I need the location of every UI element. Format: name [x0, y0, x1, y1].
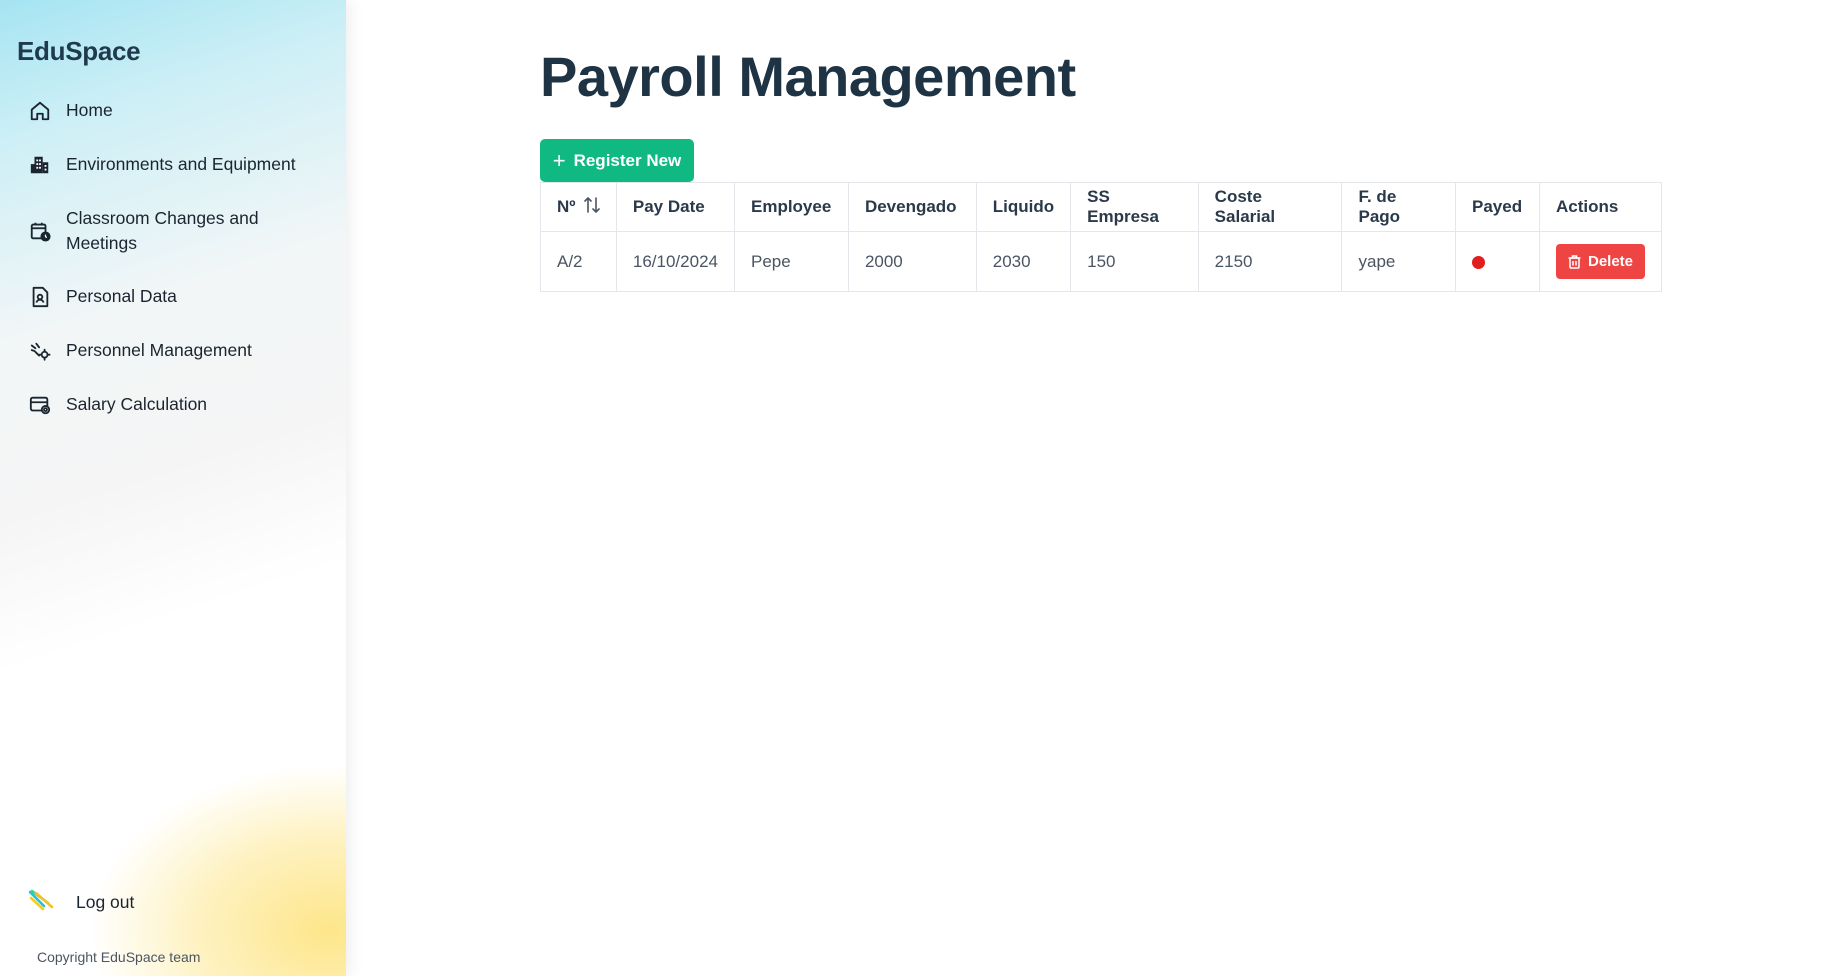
sort-icon[interactable] [583, 196, 600, 219]
trash-icon [1568, 254, 1581, 269]
column-header-pay-date: Pay Date [615, 182, 735, 232]
brand-logo[interactable]: EduSpace [17, 36, 141, 67]
column-header-number[interactable]: Nº [540, 182, 617, 232]
column-header-payed: Payed [1455, 182, 1540, 232]
calendar-clock-icon [28, 219, 52, 243]
sidebar-item-environments[interactable]: Environments and Equipment [28, 152, 296, 177]
column-header-liquido: Liquido [975, 182, 1072, 232]
cell-devengado: 2000 [847, 231, 977, 292]
cell-employee: Pepe [733, 231, 849, 292]
home-icon [28, 99, 52, 123]
cell-actions: Delete [1539, 231, 1662, 292]
column-header-actions: Actions [1539, 182, 1662, 232]
cell-ss-empresa: 150 [1070, 231, 1199, 292]
sidebar-item-label: Personal Data [66, 286, 177, 306]
column-header-ss-empresa: SS Empresa [1070, 182, 1199, 232]
sidebar-item-label: Home [66, 100, 113, 120]
column-header-coste-salarial: Coste Salarial [1197, 182, 1343, 232]
column-header-employee: Employee [733, 182, 849, 232]
cell-payed [1455, 231, 1540, 292]
sidebar-item-personnel-management[interactable]: Personnel Management [28, 338, 252, 363]
unpaid-status-dot [1472, 255, 1486, 269]
sidebar-item-salary-calculation[interactable]: Salary Calculation [28, 392, 207, 417]
cell-number: A/2 [540, 231, 617, 292]
cell-liquido: 2030 [975, 231, 1072, 292]
logout-button[interactable]: Log out [28, 889, 134, 916]
sidebar-item-label: Classroom Changes and Meetings [66, 208, 259, 253]
sidebar-item-home[interactable]: Home [28, 98, 113, 123]
cell-coste-salarial: 2150 [1197, 231, 1343, 292]
sidebar-item-label: Salary Calculation [66, 394, 208, 414]
delete-button[interactable]: Delete [1556, 244, 1645, 279]
delete-label: Delete [1587, 253, 1634, 270]
building-icon [28, 153, 52, 177]
table-row: A/2 16/10/2024 Pepe 2000 2030 150 2150 y… [540, 231, 1662, 292]
table-header-row: Nº Pay Date Employee Devengado Liquido S… [540, 182, 1662, 232]
logout-stripes-icon [28, 889, 56, 916]
sidebar: EduSpace Home Environments and Equipment… [0, 0, 346, 976]
page-title: Payroll Management [540, 45, 1076, 108]
sidebar-item-personal-data[interactable]: Personal Data [28, 284, 177, 309]
card-gear-icon [28, 393, 52, 417]
payroll-table: Nº Pay Date Employee Devengado Liquido S… [540, 182, 1662, 292]
plus-icon: + [552, 147, 566, 173]
register-new-label: Register New [573, 150, 682, 170]
logout-label: Log out [76, 892, 135, 912]
cell-forma-pago: yape [1341, 231, 1457, 292]
people-gear-icon [28, 339, 52, 363]
document-user-icon [28, 285, 52, 309]
sidebar-item-label: Personnel Management [66, 340, 252, 360]
column-header-forma-pago: F. de Pago [1341, 182, 1457, 232]
column-header-devengado: Devengado [847, 182, 977, 232]
cell-pay-date: 16/10/2024 [615, 231, 735, 292]
sidebar-item-label: Environments and Equipment [66, 154, 296, 174]
register-new-button[interactable]: + Register New [540, 139, 694, 182]
copyright-text: Copyright EduSpace team [37, 949, 201, 965]
sidebar-item-classroom-changes[interactable]: Classroom Changes and Meetings [28, 206, 286, 256]
